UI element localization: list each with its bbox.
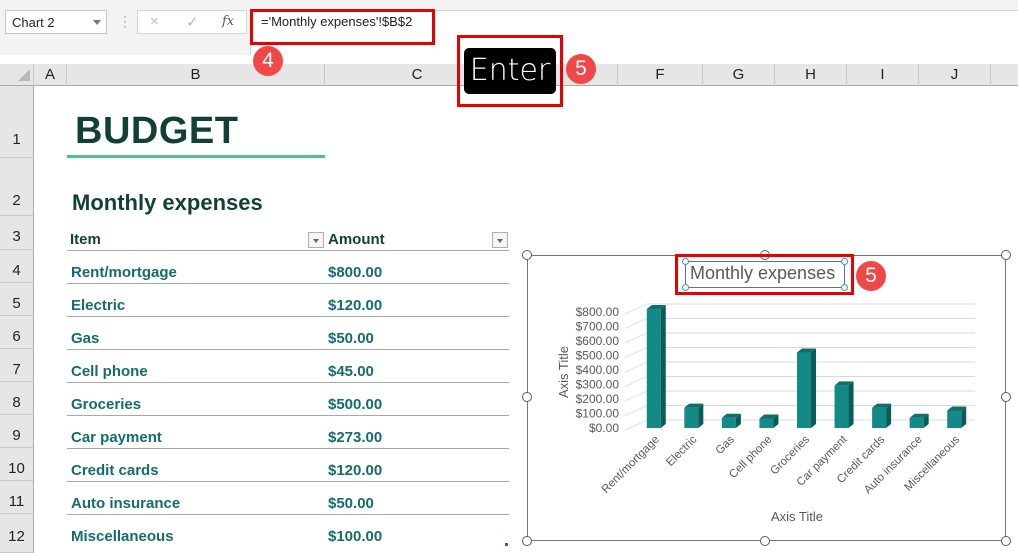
row-header[interactable]: 9 (0, 415, 33, 448)
cancel-icon[interactable]: × (150, 13, 159, 30)
chart-resize-handle[interactable] (760, 536, 770, 546)
column-header-a[interactable]: A (34, 64, 67, 86)
sheet-subtitle[interactable]: Monthly expenses (72, 190, 263, 216)
row-header[interactable]: 7 (0, 349, 33, 382)
chart-area[interactable] (527, 255, 1006, 541)
row-headers: 1 2 3 4 5 6 7 8 9 10 11 12 (0, 86, 34, 553)
filter-dropdown-amount[interactable] (492, 232, 508, 248)
row-divider (67, 250, 509, 251)
item-cell[interactable]: Electric (71, 297, 125, 314)
amount-cell[interactable]: $50.00 (328, 495, 374, 512)
column-header-i[interactable]: I (847, 64, 919, 86)
chart-resize-handle[interactable] (522, 536, 532, 546)
amount-cell[interactable]: $45.00 (328, 363, 374, 380)
amount-cell[interactable]: $120.00 (328, 297, 382, 314)
chart-resize-handle[interactable] (1001, 250, 1011, 260)
function-icon[interactable]: fx (222, 14, 234, 29)
amount-cell[interactable]: $500.00 (328, 396, 382, 413)
row-header[interactable]: 5 (0, 283, 33, 316)
step-badge-5: 5 (566, 54, 596, 84)
chart-resize-handle[interactable] (1001, 536, 1011, 546)
step-badge-5: 5 (856, 261, 886, 291)
enter-key-icon: Enter (464, 48, 556, 94)
filter-dropdown-item[interactable] (308, 232, 324, 248)
amount-cell[interactable]: $120.00 (328, 462, 382, 479)
row-divider (67, 415, 509, 416)
checkmark-icon[interactable]: ✓ (186, 13, 199, 31)
amount-cell[interactable]: $273.00 (328, 429, 382, 446)
amount-cell[interactable]: $50.00 (328, 330, 374, 347)
item-cell[interactable]: Auto insurance (71, 495, 180, 512)
row-divider (67, 514, 509, 515)
amount-cell[interactable]: $800.00 (328, 264, 382, 281)
row-header[interactable]: 10 (0, 448, 33, 481)
formula-highlight (250, 9, 435, 45)
formula-buttons: × ✓ fx (137, 10, 247, 34)
name-box[interactable]: Chart 2 (5, 10, 107, 34)
chevron-down-icon[interactable] (93, 20, 101, 25)
title-underline (67, 155, 325, 158)
column-header-b[interactable]: B (67, 64, 325, 86)
sheet-title[interactable]: BUDGET (75, 110, 238, 153)
row-header[interactable]: 1 (0, 86, 33, 158)
row-header[interactable]: 4 (0, 250, 33, 283)
name-box-value: Chart 2 (12, 15, 55, 30)
row-divider (67, 481, 509, 482)
column-header-f[interactable]: F (618, 64, 703, 86)
row-header[interactable]: 12 (0, 514, 33, 553)
chart-resize-handle[interactable] (522, 392, 532, 402)
amount-cell[interactable]: $100.00 (328, 528, 382, 545)
table-header-item[interactable]: Item (70, 231, 101, 248)
more-icon: ⋮ (118, 13, 132, 29)
select-all-corner[interactable] (0, 64, 34, 86)
chart-resize-handle[interactable] (522, 250, 532, 260)
row-divider (67, 349, 509, 350)
item-cell[interactable]: Miscellaneous (71, 528, 174, 545)
item-cell[interactable]: Car payment (71, 429, 162, 446)
row-header[interactable]: 2 (0, 158, 33, 216)
excel-window: Chart 2 ⋮ × ✓ fx ='Monthly expenses'!$B$… (0, 0, 1018, 553)
row-divider (67, 448, 509, 449)
table-header-amount[interactable]: Amount (328, 231, 385, 248)
row-divider (67, 382, 509, 383)
row-header[interactable]: 11 (0, 481, 33, 514)
row-header[interactable]: 6 (0, 316, 33, 349)
row-header[interactable]: 3 (0, 216, 33, 250)
step-badge-4: 4 (253, 46, 283, 76)
item-cell[interactable]: Cell phone (71, 363, 148, 380)
column-header-h[interactable]: H (775, 64, 847, 86)
column-header-j[interactable]: J (919, 64, 991, 86)
row-divider (67, 283, 509, 284)
title-highlight (675, 254, 854, 295)
row-header[interactable]: 8 (0, 382, 33, 415)
item-cell[interactable]: Rent/mortgage (71, 264, 177, 281)
row-divider (67, 316, 509, 317)
column-header-g[interactable]: G (703, 64, 775, 86)
chart-resize-handle[interactable] (1001, 392, 1011, 402)
item-cell[interactable]: Groceries (71, 396, 141, 413)
item-cell[interactable]: Credit cards (71, 462, 159, 479)
item-cell[interactable]: Gas (71, 330, 99, 347)
table-resize-handle[interactable] (505, 543, 508, 546)
